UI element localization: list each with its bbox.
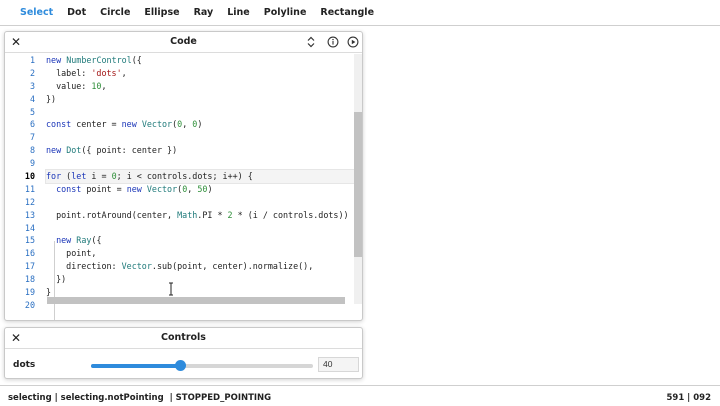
line-number: 11	[24, 183, 35, 194]
line-number: 10	[24, 171, 35, 182]
line-number: 15	[24, 235, 35, 246]
line-number: 3	[29, 80, 35, 91]
vertical-scroll-thumb[interactable]	[354, 112, 362, 257]
line-number: 1	[29, 55, 35, 65]
line-number: 18	[24, 274, 35, 285]
code-line[interactable]: for (let i = 0; i < controls.dots; i++) …	[45, 169, 357, 184]
code-line[interactable]: new Ray({	[46, 234, 356, 247]
code-line[interactable]	[46, 131, 356, 144]
code-line[interactable]: })	[46, 273, 356, 286]
vertical-scrollbar[interactable]	[354, 54, 362, 304]
line-number: 14	[24, 222, 35, 233]
line-number: 12	[24, 196, 35, 207]
play-icon[interactable]	[347, 36, 359, 48]
tool-bar: Select Dot Circle Ellipse Ray Line Polyl…	[0, 0, 720, 26]
code-line[interactable]: direction: Vector.sub(point, center).nor…	[46, 260, 356, 273]
code-line[interactable]	[46, 222, 356, 235]
line-number-gutter: 1 2 3 4 5 6 7 8 9 10 11 12 13 14 15 16 17 18 19 20	[5, 54, 41, 312]
line-number: 6	[29, 119, 35, 130]
slider-thumb[interactable]	[174, 360, 186, 371]
code-line[interactable]: new NumberControl({	[46, 54, 356, 67]
dots-value-input[interactable]: 40	[318, 357, 359, 372]
slider-fill	[91, 364, 180, 368]
code-line[interactable]	[46, 196, 356, 209]
line-number: 2	[29, 67, 35, 78]
controls-panel-header: ✕ Controls	[5, 328, 362, 349]
code-line[interactable]: point,	[46, 247, 356, 260]
line-number: 16	[24, 248, 35, 259]
code-line[interactable]	[46, 157, 356, 170]
code-lines[interactable]: new NumberControl({ label: 'dots', value…	[45, 54, 357, 312]
dots-control-label: dots	[13, 360, 36, 370]
code-line[interactable]: label: 'dots',	[46, 67, 356, 80]
status-bar: selecting | selecting.notPointing | STOP…	[0, 385, 720, 406]
line-number: 4	[29, 93, 35, 104]
code-panel: ✕ Code 1 2 3 4 5 6 7 8 9 10 11 12 13 14 15 16 17 18 19 20 n…	[4, 31, 363, 321]
code-line[interactable]: })	[46, 93, 356, 106]
code-editor[interactable]: 1 2 3 4 5 6 7 8 9 10 11 12 13 14 15 16 17 18 19 20 new Numb…	[5, 54, 362, 320]
line-number: 7	[29, 132, 35, 143]
tool-ray[interactable]: Ray	[194, 7, 214, 18]
code-line[interactable]: const point = new Vector(0, 50)	[46, 183, 356, 196]
code-line[interactable]: point.rotAround(center, Math.PI * 2 * (i…	[46, 209, 356, 222]
state-status-text: selecting | selecting.notPointing | STOP…	[8, 393, 272, 403]
tool-select[interactable]: Select	[20, 7, 53, 18]
line-number: 9	[29, 158, 35, 169]
code-line[interactable]: const center = new Vector(0, 0)	[46, 118, 356, 131]
code-line[interactable]: value: 10,	[46, 80, 356, 93]
tool-dot[interactable]: Dot	[67, 7, 86, 18]
code-panel-header: ✕ Code	[5, 32, 362, 53]
line-number: 17	[24, 261, 35, 272]
text-cursor-icon	[169, 282, 173, 296]
dots-slider[interactable]	[91, 360, 313, 372]
line-number: 5	[29, 106, 35, 117]
indent-guide	[54, 241, 55, 320]
code-line[interactable]: new Dot({ point: center })	[46, 144, 356, 157]
controls-panel: ✕ Controls dots 40	[4, 327, 363, 379]
line-number: 8	[29, 145, 35, 156]
tool-rectangle[interactable]: Rectangle	[320, 7, 374, 18]
tool-ellipse[interactable]: Ellipse	[144, 7, 179, 18]
tool-circle[interactable]: Circle	[100, 7, 130, 18]
code-line[interactable]	[46, 106, 356, 119]
horizontal-scrollbar[interactable]	[5, 297, 354, 304]
controls-panel-title: Controls	[161, 332, 206, 343]
info-icon[interactable]	[327, 36, 339, 48]
tool-polyline[interactable]: Polyline	[264, 7, 307, 18]
tool-line[interactable]: Line	[227, 7, 250, 18]
line-number: 13	[24, 209, 35, 220]
pointer-coordinates: 591 | 092	[666, 393, 711, 403]
horizontal-scroll-thumb[interactable]	[47, 297, 345, 304]
collapse-icon[interactable]	[305, 36, 317, 48]
